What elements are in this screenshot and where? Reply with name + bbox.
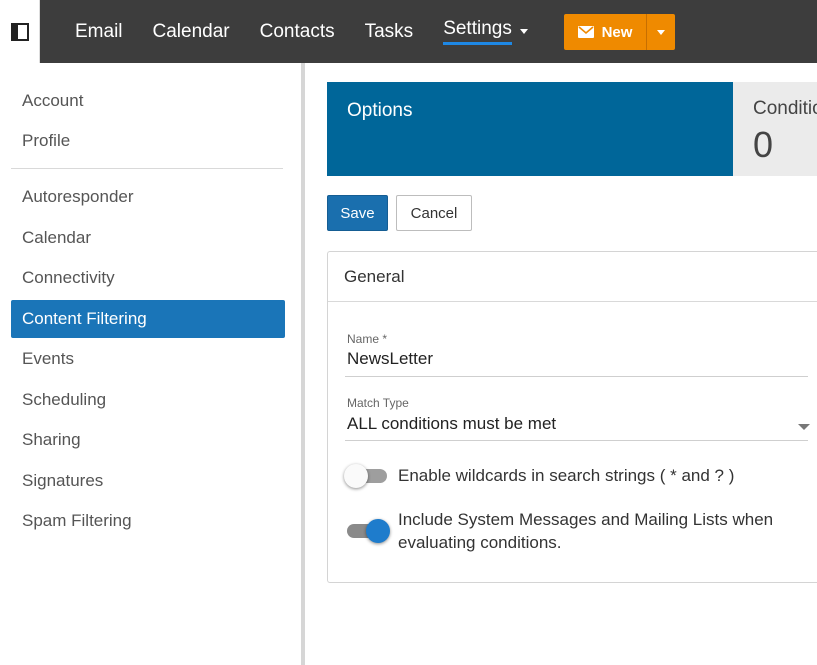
general-card-title: General <box>328 252 817 302</box>
sidebar-toggle-button[interactable] <box>0 0 40 63</box>
settings-sidebar: Account Profile Autoresponder Calendar C… <box>0 63 303 665</box>
nav-email[interactable]: Email <box>60 0 138 63</box>
sidebar-divider <box>11 168 283 169</box>
sidebar-item-account[interactable]: Account <box>11 82 285 120</box>
sidebar-item-spam-filtering[interactable]: Spam Filtering <box>11 502 285 540</box>
main-content: Options Conditions 0 Save Cancel General… <box>305 63 817 665</box>
match-type-label: Match Type <box>347 396 409 410</box>
match-type-underline <box>345 440 808 441</box>
sidebar-item-calendar[interactable]: Calendar <box>11 219 285 257</box>
sidebar-item-scheduling[interactable]: Scheduling <box>11 381 285 419</box>
system-messages-toggle[interactable] <box>344 518 390 543</box>
nav-contacts[interactable]: Contacts <box>245 0 350 63</box>
chevron-down-icon <box>519 29 528 34</box>
sidebar-item-signatures[interactable]: Signatures <box>11 462 285 500</box>
chevron-down-icon <box>657 29 665 35</box>
name-input-underline <box>345 376 808 377</box>
sidebar-item-content-filtering[interactable]: Content Filtering <box>11 300 285 338</box>
nav-calendar[interactable]: Calendar <box>138 0 245 63</box>
tab-conditions[interactable]: Conditions 0 <box>733 82 817 176</box>
nav-settings[interactable]: Settings <box>428 0 543 63</box>
general-card: General Name * NewsLetter Match Type ALL… <box>327 251 817 583</box>
match-type-select[interactable]: ALL conditions must be met <box>347 414 556 434</box>
system-messages-toggle-label: Include System Messages and Mailing List… <box>398 510 774 552</box>
sidebar-item-sharing[interactable]: Sharing <box>11 421 285 459</box>
nav-tasks[interactable]: Tasks <box>350 0 429 63</box>
new-dropdown-button[interactable] <box>646 14 675 50</box>
main-nav: Email Calendar Contacts Tasks Settings <box>60 0 543 63</box>
name-input[interactable]: NewsLetter <box>347 349 433 369</box>
wildcards-toggle-label: Enable wildcards in search strings ( * a… <box>398 466 735 485</box>
new-button[interactable]: New <box>564 14 646 50</box>
envelope-icon <box>577 26 594 38</box>
cancel-button[interactable]: Cancel <box>396 195 472 231</box>
sidebar-item-profile[interactable]: Profile <box>11 122 285 160</box>
sidebar-item-autoresponder[interactable]: Autoresponder <box>11 178 285 216</box>
tab-options[interactable]: Options <box>327 82 733 176</box>
sidebar-item-events[interactable]: Events <box>11 340 285 378</box>
dropdown-arrow-icon[interactable] <box>798 424 810 430</box>
top-bar: Email Calendar Contacts Tasks Settings N… <box>0 0 817 63</box>
tab-conditions-label: Conditions <box>753 98 817 119</box>
conditions-count: 0 <box>753 124 774 165</box>
sidebar-toggle-icon <box>10 22 29 41</box>
save-button[interactable]: Save <box>327 195 388 231</box>
new-button-group: New <box>564 14 675 50</box>
name-field-label: Name * <box>347 332 388 346</box>
wildcards-toggle[interactable] <box>344 463 388 488</box>
sidebar-item-connectivity[interactable]: Connectivity <box>11 259 285 297</box>
